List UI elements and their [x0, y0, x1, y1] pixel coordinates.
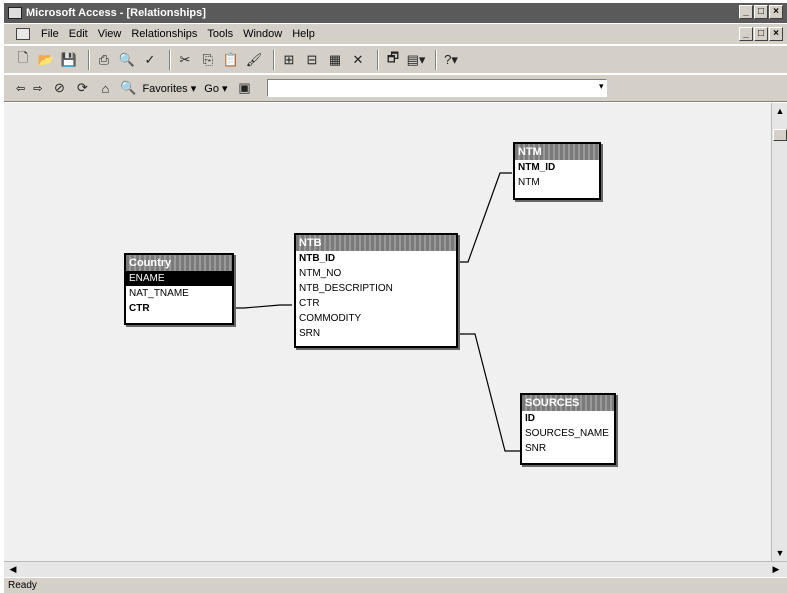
field-ntb-id[interactable]: NTB_ID — [296, 251, 456, 266]
field-ntm-id[interactable]: NTM_ID — [515, 160, 599, 175]
back-button[interactable]: ⇦ — [16, 82, 25, 95]
table-ntm[interactable]: NTM NTM_ID NTM — [513, 142, 601, 200]
table-ntb[interactable]: NTB NTB_ID NTM_NO NTB_DESCRIPTION CTR CO… — [294, 233, 458, 348]
table-sources[interactable]: SOURCES ID SOURCES_NAME SNR — [520, 393, 616, 465]
go-button[interactable]: Go ▾ — [204, 82, 227, 95]
table-sources-title[interactable]: SOURCES — [522, 395, 614, 411]
field-sources-name[interactable]: SOURCES_NAME — [522, 426, 614, 441]
web-toolbar: ⇦ ⇨ ⊘ ⟳ ⌂ 🔍 Favorites ▾ Go ▾ ▣ ▾ — [4, 74, 787, 102]
horizontal-scrollbar[interactable]: ◀ ▶ — [4, 561, 787, 577]
toolbar-separator — [273, 49, 275, 70]
address-combo[interactable]: ▾ — [266, 79, 607, 97]
window-title: Microsoft Access - [Relationships] — [26, 7, 206, 19]
refresh-icon[interactable]: ⟳ — [73, 79, 91, 97]
menu-edit[interactable]: Edit — [64, 28, 93, 40]
table-ntb-title[interactable]: NTB — [296, 235, 456, 251]
menu-window[interactable]: Window — [238, 28, 287, 40]
field-commodity[interactable]: COMMODITY — [296, 311, 456, 326]
menu-relationships[interactable]: Relationships — [126, 28, 202, 40]
status-bar: Ready — [4, 578, 787, 593]
toolbar-separator — [435, 49, 437, 70]
toolbar-separator — [377, 49, 379, 70]
menu-view[interactable]: View — [93, 28, 127, 40]
relationships-doc-icon[interactable] — [16, 28, 30, 40]
show-only-web-toolbar-icon[interactable]: ▣ — [236, 79, 254, 97]
toolbar-separator — [169, 49, 171, 70]
field-nat-tname[interactable]: NAT_TNAME — [126, 286, 232, 301]
mdi-minimize-button[interactable]: _ — [739, 27, 753, 41]
table-ntm-title[interactable]: NTM — [515, 144, 599, 160]
new-object-icon[interactable]: ▤▾ — [407, 51, 426, 69]
field-ctr[interactable]: CTR — [126, 301, 232, 316]
stop-icon[interactable]: ⊘ — [50, 79, 68, 97]
forward-button[interactable]: ⇨ — [33, 82, 42, 95]
maximize-button[interactable]: □ — [754, 5, 768, 19]
database-window-icon[interactable]: 🗗 — [384, 50, 402, 69]
title-bar[interactable]: Microsoft Access - [Relationships] _ □ × — [4, 3, 787, 23]
scroll-right-icon[interactable]: ▶ — [769, 562, 783, 577]
scroll-left-icon[interactable]: ◀ — [6, 562, 20, 577]
home-icon[interactable]: ⌂ — [96, 79, 114, 97]
relationship-toolbar: 🗋 📂 💾 ⎙ 🔍 ✓ ✂ ⎘ 📋 🖌 ⊞ ⊟ ▦ ✕ 🗗 ▤▾ ?▾ — [4, 45, 787, 73]
menu-help[interactable]: Help — [287, 28, 320, 40]
new-icon[interactable]: 🗋 — [14, 50, 32, 69]
cut-icon[interactable]: ✂ — [176, 51, 194, 69]
minimize-button[interactable]: _ — [739, 5, 753, 19]
field-snr[interactable]: SNR — [522, 441, 614, 456]
search-web-icon[interactable]: 🔍 — [119, 79, 137, 97]
field-ntm-no[interactable]: NTM_NO — [296, 266, 456, 281]
menu-file[interactable]: File — [36, 28, 64, 40]
vertical-scrollbar[interactable]: ▲ ▼ — [771, 103, 787, 561]
field-ename[interactable]: ENAME — [126, 271, 232, 286]
show-table-icon[interactable]: ⊞ — [280, 51, 298, 69]
mdi-restore-button[interactable]: □ — [754, 27, 768, 41]
field-ntb-description[interactable]: NTB_DESCRIPTION — [296, 281, 456, 296]
close-button[interactable]: × — [769, 5, 783, 19]
field-id[interactable]: ID — [522, 411, 614, 426]
table-country[interactable]: Country ENAME NAT_TNAME CTR — [124, 253, 234, 325]
vertical-scroll-thumb[interactable] — [773, 129, 787, 141]
copy-icon[interactable]: ⎘ — [199, 51, 217, 69]
table-country-title[interactable]: Country — [126, 255, 232, 271]
print-preview-icon[interactable]: 🔍 — [118, 51, 136, 69]
menu-bar: File Edit View Relationships Tools Windo… — [4, 24, 787, 44]
print-icon[interactable]: ⎙ — [95, 51, 113, 69]
address-dropdown-icon[interactable]: ▾ — [599, 81, 604, 92]
help-icon[interactable]: ?▾ — [442, 51, 460, 69]
toolbar-separator — [88, 49, 90, 70]
show-all-icon[interactable]: ▦ — [326, 51, 344, 69]
status-text: Ready — [8, 580, 37, 591]
mdi-close-button[interactable]: × — [769, 27, 783, 41]
field-srn[interactable]: SRN — [296, 326, 456, 341]
save-icon[interactable]: 💾 — [60, 51, 78, 69]
paste-icon[interactable]: 📋 — [222, 51, 240, 69]
favorites-button[interactable]: Favorites ▾ — [142, 82, 196, 95]
scroll-down-icon[interactable]: ▼ — [772, 545, 787, 561]
format-painter-icon[interactable]: 🖌 — [245, 51, 263, 69]
menu-tools[interactable]: Tools — [202, 28, 238, 40]
field-ntm[interactable]: NTM — [515, 175, 599, 190]
delete-icon[interactable]: ✕ — [349, 51, 367, 69]
field-ntb-ctr[interactable]: CTR — [296, 296, 456, 311]
spelling-icon[interactable]: ✓ — [141, 51, 159, 69]
access-app-icon[interactable] — [8, 7, 22, 19]
open-icon[interactable]: 📂 — [37, 51, 55, 69]
show-direct-icon[interactable]: ⊟ — [303, 51, 321, 69]
scroll-up-icon[interactable]: ▲ — [772, 103, 787, 119]
